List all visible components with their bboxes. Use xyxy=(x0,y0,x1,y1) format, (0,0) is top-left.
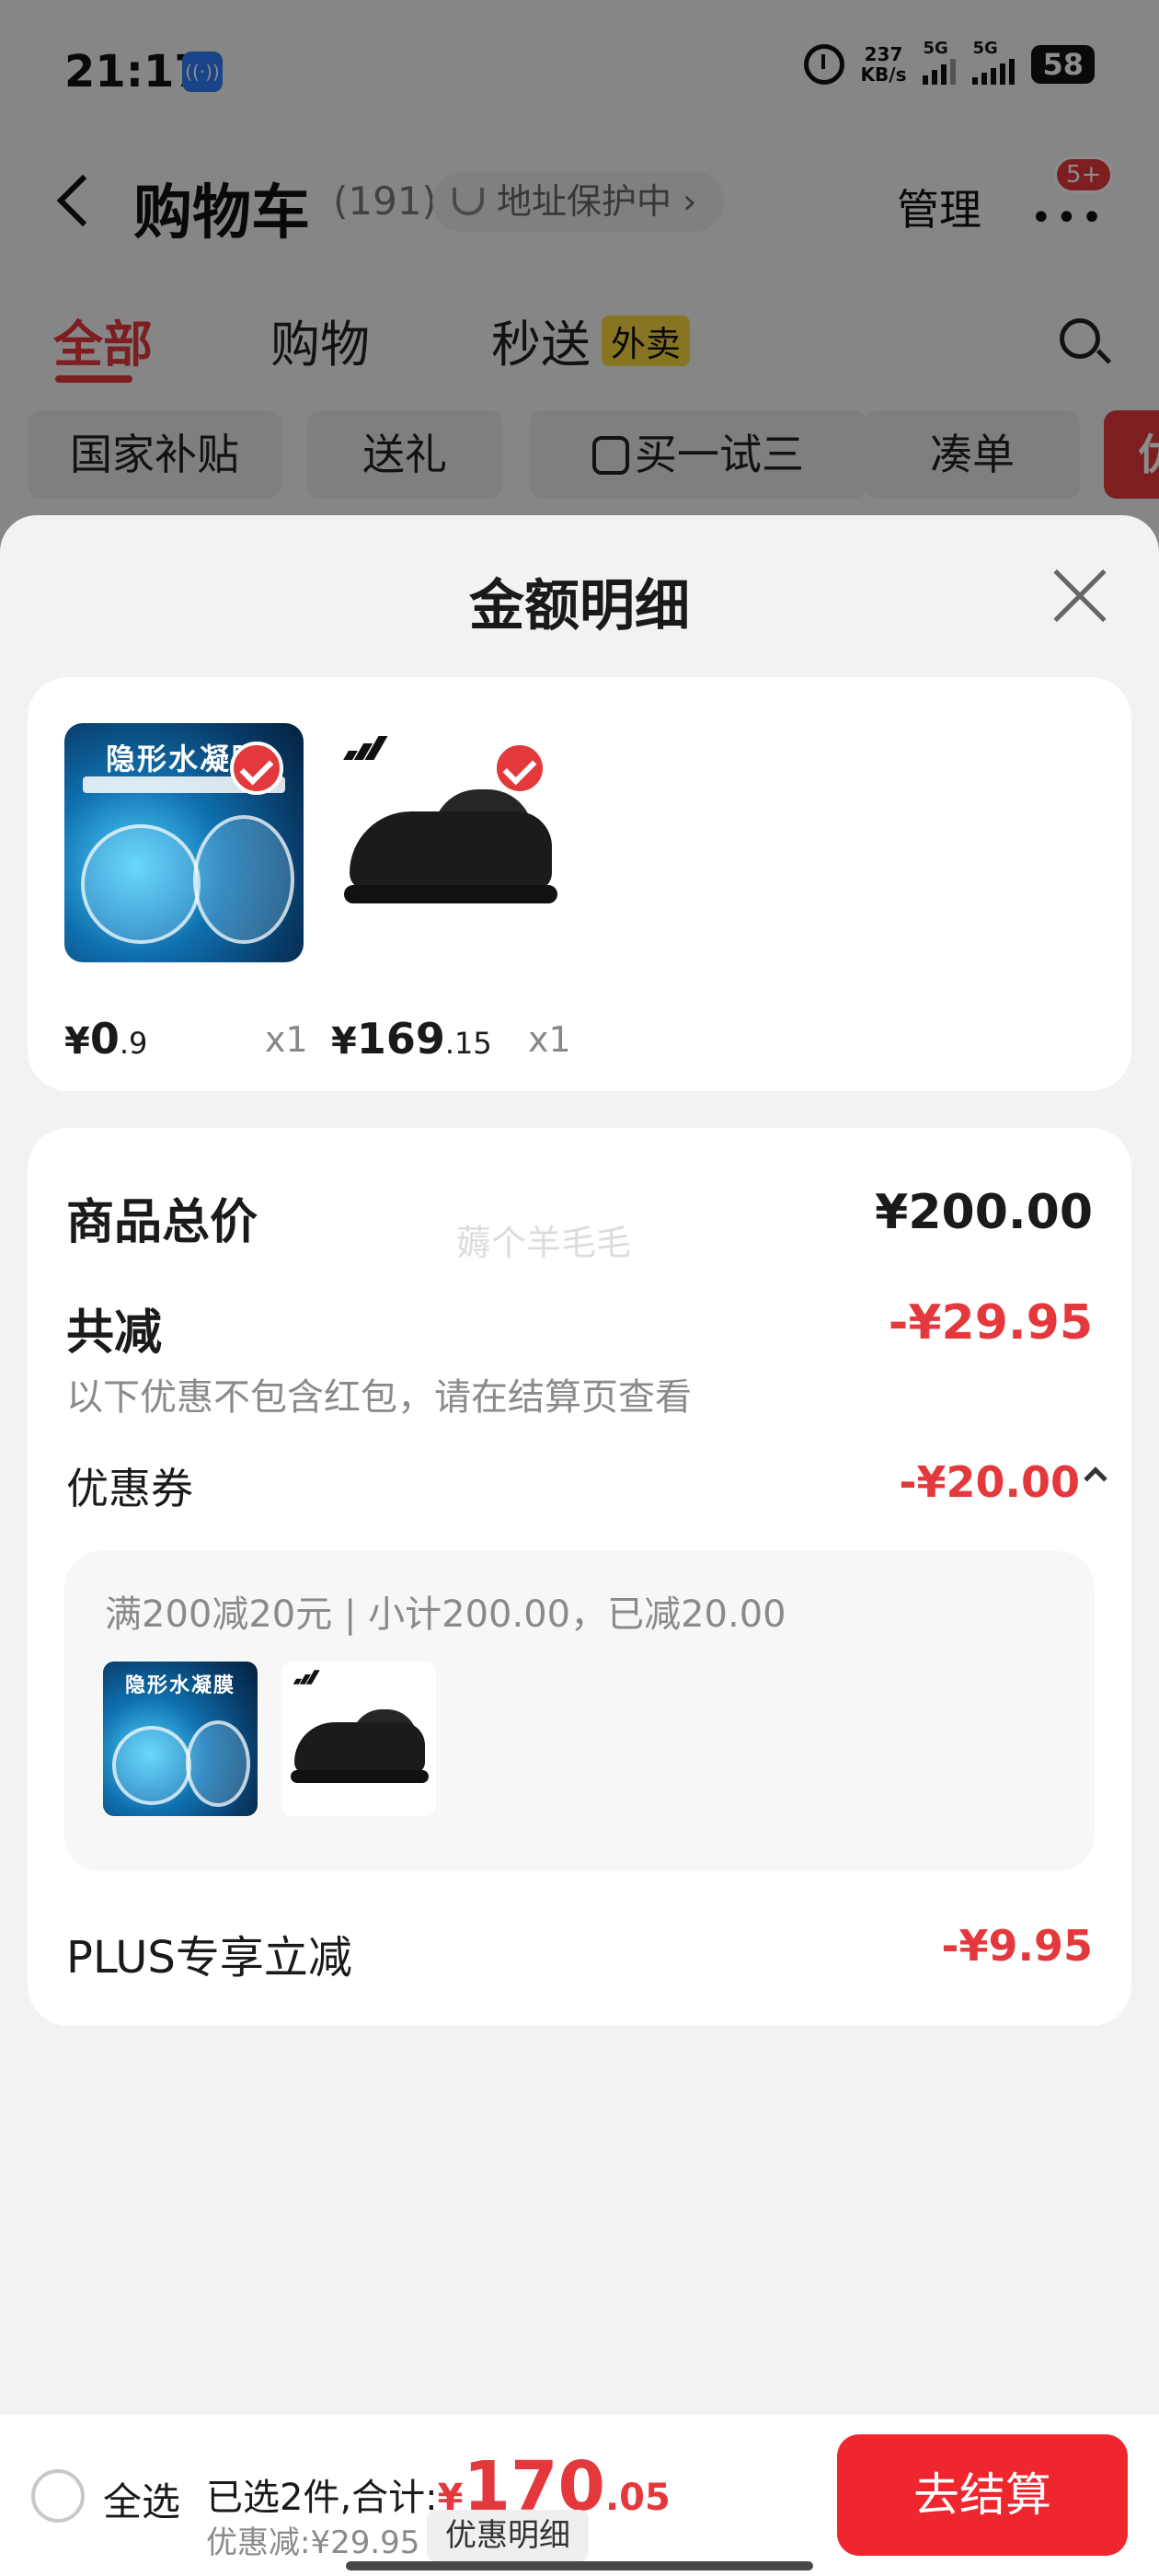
plus-discount-value: -¥9.95 xyxy=(941,1921,1093,1971)
total-price-label: 商品总价 xyxy=(66,1195,258,1250)
coupon-label: 优惠券 xyxy=(66,1464,193,1513)
screen-protector-thumbnail: 隐形水凝膜 xyxy=(103,1662,258,1816)
coupon-description: 满200减20元 | 小计200.00，已减20.00 xyxy=(105,1593,786,1636)
selected-count-text: 已选2件,合计: xyxy=(206,2477,438,2519)
close-icon[interactable] xyxy=(1052,569,1107,624)
product-item[interactable]: 隐形水凝膜 xyxy=(64,723,304,962)
selected-products-card: 隐形水凝膜 ¥0.9 x1 ¥169.15 x1 xyxy=(28,677,1131,1091)
product-price: ¥0.9 xyxy=(64,1014,148,1064)
watermark: 薅个羊毛毛 xyxy=(456,1223,632,1263)
reduction-note: 以下优惠不包含红包，请在结算页查看 xyxy=(66,1376,692,1419)
chevron-up-icon[interactable] xyxy=(1084,1466,1107,1490)
discount-detail-button[interactable]: 优惠明细 xyxy=(427,2510,589,2561)
coupon-detail-box: 满200减20元 | 小计200.00，已减20.00 隐形水凝膜 xyxy=(64,1551,1095,1871)
coupon-value[interactable]: -¥20.00 xyxy=(899,1457,1080,1507)
product-item[interactable] xyxy=(331,723,570,962)
discount-summary: 优惠减:¥29.95 xyxy=(206,2524,420,2561)
checkout-button[interactable]: 去结算 xyxy=(837,2434,1128,2556)
home-indicator[interactable] xyxy=(346,2561,813,2570)
adidas-logo-icon xyxy=(339,736,388,760)
checked-icon[interactable] xyxy=(230,742,283,795)
checked-icon[interactable] xyxy=(493,742,546,795)
adidas-logo-icon xyxy=(291,1670,320,1685)
product-qty: x1 xyxy=(528,1019,571,1060)
total-price-value: ¥200.00 xyxy=(875,1185,1093,1240)
amount-detail-sheet: 金额明细 隐形水凝膜 ¥0.9 x1 ¥169.15 x1 商品总价 薅个羊毛毛… xyxy=(0,515,1159,2576)
sneaker-thumbnail xyxy=(281,1662,436,1816)
total-decimal: .05 xyxy=(604,2477,671,2519)
select-all-label[interactable]: 全选 xyxy=(103,2471,180,2527)
product-qty: x1 xyxy=(265,1019,308,1060)
total-reduction-label: 共减 xyxy=(66,1305,163,1361)
thumbnail-text: 隐形水凝膜 xyxy=(124,1674,235,1697)
select-all-radio[interactable] xyxy=(31,2469,85,2523)
price-summary-card: 商品总价 薅个羊毛毛 ¥200.00 共减 -¥29.95 以下优惠不包含红包，… xyxy=(28,1128,1131,2026)
sheet-title: 金额明细 xyxy=(469,574,690,638)
plus-discount-label: PLUS专享立减 xyxy=(66,1932,352,1984)
product-price: ¥169.15 xyxy=(331,1014,492,1064)
total-reduction-value: -¥29.95 xyxy=(888,1295,1093,1351)
checkout-bar: 全选 已选2件,合计:¥170.05 优惠减:¥29.95 优惠明细 去结算 xyxy=(0,2414,1159,2576)
